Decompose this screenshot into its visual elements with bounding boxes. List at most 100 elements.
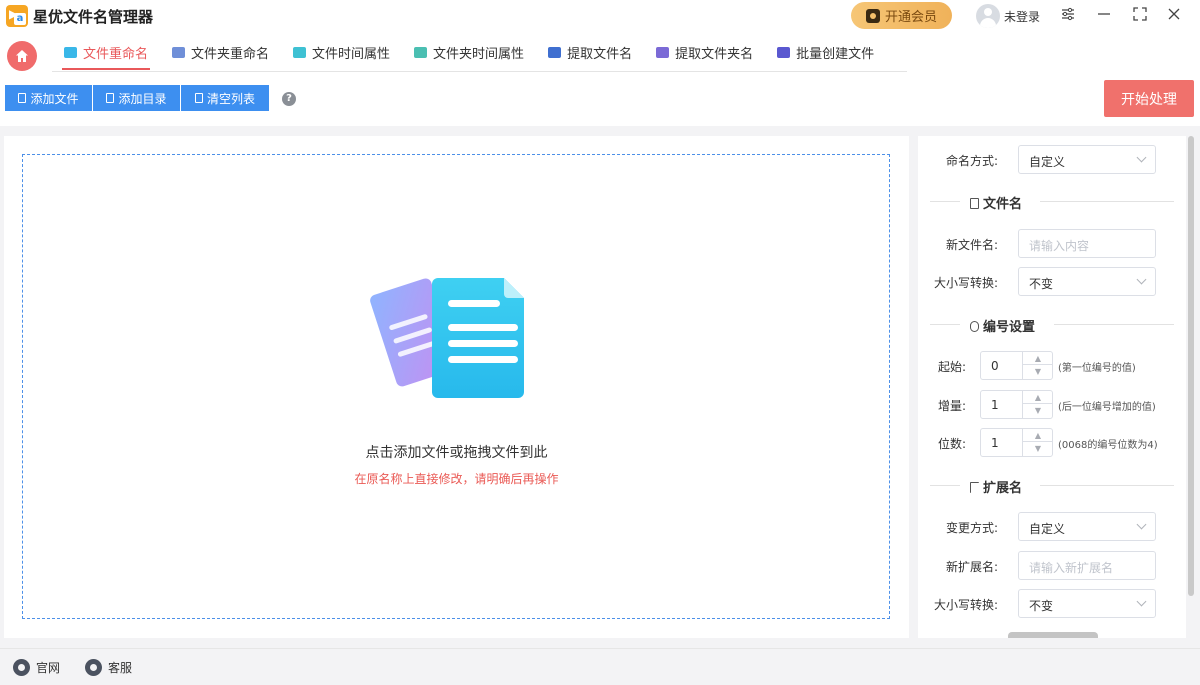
- start-hint: (第一位编号的值): [1058, 363, 1136, 374]
- change-mode-label: 变更方式:: [945, 521, 998, 535]
- home-button[interactable]: [7, 41, 37, 71]
- change-mode-select[interactable]: 自定义: [1018, 512, 1156, 541]
- start-row: 起始: 0 ▲ ▼ (第一位编号的值): [918, 351, 1186, 381]
- divider: [930, 201, 960, 202]
- home-icon: [16, 50, 28, 62]
- new-filename-input[interactable]: 请输入内容: [1018, 229, 1156, 258]
- website-link[interactable]: 官网: [13, 659, 60, 676]
- rename-file-icon: [64, 46, 77, 58]
- file-list-panel: 点击添加文件或拖拽文件到此 在原名称上直接修改，请明确后再操作: [4, 136, 909, 638]
- maximize-icon[interactable]: [1130, 6, 1150, 26]
- clear-list-label: 清空列表: [206, 91, 255, 106]
- start-stepper[interactable]: 0 ▲ ▼: [980, 351, 1053, 380]
- digits-label: 位数:: [938, 437, 967, 451]
- tab-0[interactable]: 文件重命名: [52, 32, 160, 72]
- numbering-section-title: 编号设置: [970, 316, 1035, 335]
- increment-value: 1: [991, 398, 999, 412]
- start-label: 起始:: [938, 360, 967, 374]
- help-icon[interactable]: ?: [282, 92, 296, 106]
- increment-label: 增量:: [938, 399, 967, 413]
- feature-tabs: 文件重命名 文件夹重命名 文件时间属性 文件夹时间属性 提取文件名 提取文件夹名 批量创建文…: [52, 32, 907, 72]
- clear-list-button[interactable]: 清空列表: [181, 85, 269, 111]
- increment-arrow-icon[interactable]: ▲: [1023, 429, 1053, 442]
- add-file-label: 添加文件: [30, 91, 79, 106]
- footer: 官网 客服: [0, 648, 1200, 685]
- tab-label: 文件夹重命名: [191, 46, 270, 62]
- tab-label: 提取文件夹名: [675, 46, 754, 62]
- chat-icon: [85, 659, 102, 676]
- increment-arrow-icon[interactable]: ▲: [1023, 391, 1053, 404]
- divider: [1040, 485, 1174, 486]
- vip-crown-icon: [865, 8, 880, 23]
- numbering-section: 编号设置: [930, 315, 1174, 335]
- new-extension-label: 新扩展名:: [945, 560, 998, 574]
- tab-3[interactable]: 文件夹时间属性: [402, 32, 536, 72]
- tab-label: 提取文件名: [567, 46, 633, 62]
- new-extension-row: 新扩展名: 请输入新扩展名: [918, 551, 1186, 581]
- extension-case-row: 大小写转换: 不变: [918, 589, 1186, 619]
- minimize-icon[interactable]: [1094, 6, 1114, 26]
- increment-stepper[interactable]: 1 ▲ ▼: [980, 390, 1053, 419]
- extension-case-select[interactable]: 不变: [1018, 589, 1156, 618]
- naming-mode-select[interactable]: 自定义: [1018, 145, 1156, 174]
- app-title: 星优文件名管理器: [33, 8, 154, 26]
- file-icon: [18, 93, 27, 103]
- add-file-button[interactable]: 添加文件: [5, 85, 92, 111]
- change-mode-value: 自定义: [1029, 522, 1066, 536]
- change-mode-row: 变更方式: 自定义: [918, 512, 1186, 542]
- naming-mode-row: 命名方式: 自定义: [918, 145, 1186, 175]
- divider: [930, 485, 960, 486]
- chevron-down-icon: [1136, 519, 1147, 530]
- digits-row: 位数: 1 ▲ ▼ (0068的编号位数为4): [918, 428, 1186, 458]
- file-icon: [106, 93, 115, 103]
- website-label: 官网: [36, 661, 61, 675]
- trash-icon: [194, 93, 203, 103]
- close-icon[interactable]: [1164, 6, 1184, 26]
- extract-foldername-icon: [656, 46, 670, 58]
- case-value: 不变: [1029, 277, 1054, 291]
- digits-stepper[interactable]: 1 ▲ ▼: [980, 428, 1053, 457]
- tab-2[interactable]: 文件时间属性: [281, 32, 402, 72]
- new-extension-input[interactable]: 请输入新扩展名: [1018, 551, 1156, 580]
- case-select[interactable]: 不变: [1018, 267, 1156, 296]
- extract-filename-icon: [548, 46, 562, 58]
- title-bar: ▶ a 星优文件名管理器 开通会员 未登录: [0, 0, 1200, 32]
- login-status[interactable]: 未登录: [1004, 8, 1040, 25]
- vip-button[interactable]: 开通会员: [851, 2, 952, 29]
- vip-label: 开通会员: [884, 10, 937, 25]
- chevron-down-icon: [1136, 274, 1147, 285]
- chevron-down-icon: [1136, 152, 1147, 163]
- flag-icon: [970, 482, 979, 493]
- new-filename-label: 新文件名:: [945, 238, 998, 252]
- extension-case-value: 不变: [1029, 599, 1054, 613]
- file-time-icon: [293, 46, 307, 58]
- user-avatar-icon[interactable]: [976, 4, 1000, 28]
- tab-4[interactable]: 提取文件名: [536, 32, 644, 72]
- batch-create-icon: [777, 46, 791, 58]
- add-directory-button[interactable]: 添加目录: [93, 85, 180, 111]
- extension-section-title: 扩展名: [970, 477, 1022, 496]
- tab-1[interactable]: 文件夹重命名: [160, 32, 281, 72]
- tab-5[interactable]: 提取文件夹名: [644, 32, 765, 72]
- start-value: 0: [991, 359, 999, 373]
- divider: [1054, 324, 1174, 325]
- toolbar: 添加文件 添加目录 清空列表 ? 开始处理: [0, 76, 1200, 126]
- tab-bar: 文件重命名 文件夹重命名 文件时间属性 文件夹时间属性 提取文件名 提取文件夹名 批量创建文…: [0, 32, 1200, 76]
- decrement-arrow-icon[interactable]: ▼: [1023, 365, 1053, 378]
- start-processing-button[interactable]: 开始处理: [1104, 80, 1194, 117]
- support-link[interactable]: 客服: [85, 659, 132, 676]
- divider: [1040, 201, 1174, 202]
- case-row: 大小写转换: 不变: [918, 267, 1186, 297]
- settings-sliders-icon[interactable]: [1058, 6, 1078, 26]
- settings-scrollbar[interactable]: [1188, 136, 1194, 596]
- decrement-arrow-icon[interactable]: ▼: [1023, 442, 1053, 455]
- tab-6[interactable]: 批量创建文件: [765, 32, 886, 72]
- decrement-arrow-icon[interactable]: ▼: [1023, 404, 1053, 417]
- naming-mode-value: 自定义: [1029, 155, 1066, 169]
- extension-section: 扩展名: [930, 476, 1174, 496]
- app-logo-icon: ▶ a: [6, 5, 28, 27]
- digits-value: 1: [991, 436, 999, 450]
- drop-zone-warning: 在原名称上直接修改，请明确后再操作: [354, 472, 559, 486]
- settings-panel: 命名方式: 自定义 文件名 新文件名: 请输入内容 大小写转换: 不变 编号设置…: [918, 136, 1186, 638]
- increment-arrow-icon[interactable]: ▲: [1023, 352, 1053, 365]
